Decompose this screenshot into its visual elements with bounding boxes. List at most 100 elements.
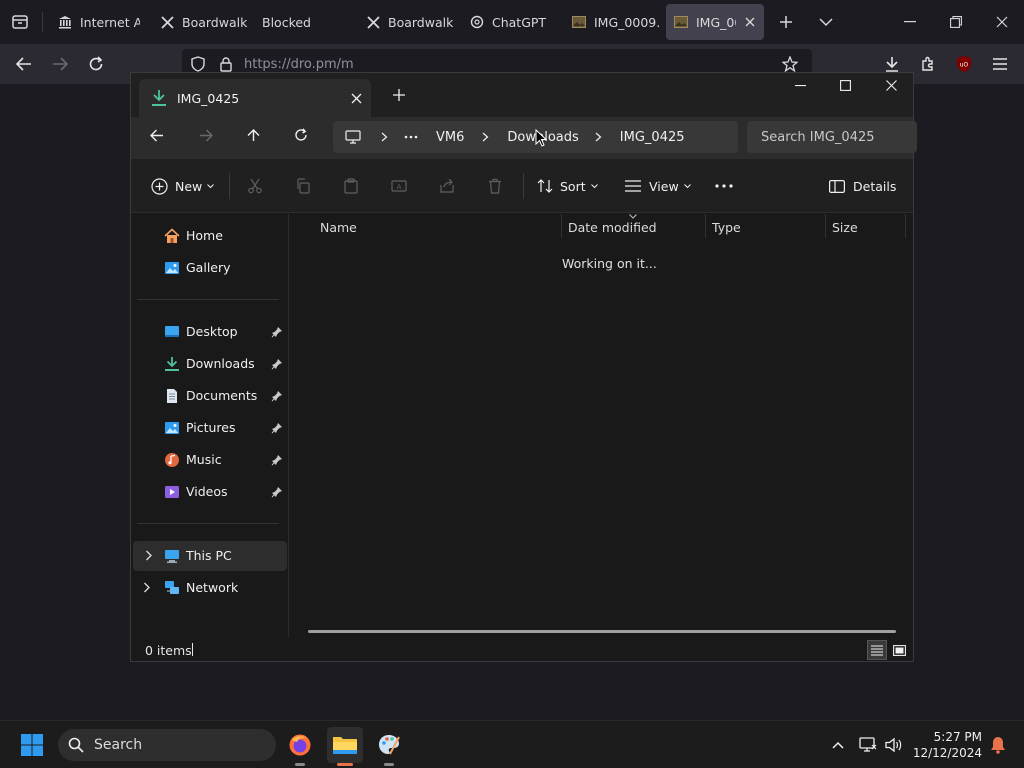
forward-arrow-icon[interactable] [48, 52, 72, 76]
breadcrumb-item[interactable]: VM6 [436, 130, 464, 145]
file-explorer-window: IMG_0425 VM6 IMG_0425 Search IMG_0425 Ne… [130, 72, 917, 662]
volume-speaker-icon[interactable] [878, 727, 910, 763]
pin-icon[interactable] [271, 422, 283, 434]
plus-circle-icon [151, 177, 168, 195]
start-windows-icon[interactable] [14, 727, 50, 763]
nav-item-music[interactable]: Music [131, 445, 287, 475]
back-arrow-icon[interactable] [150, 129, 164, 142]
close-window-icon[interactable] [886, 80, 897, 91]
download-folder-icon [151, 89, 167, 107]
share-icon[interactable] [437, 176, 457, 196]
explorer-status-bar: 0 items [131, 637, 913, 661]
music-icon [164, 452, 180, 468]
clock-time: 5:27 PM [933, 730, 982, 744]
column-header-size[interactable]: Size [832, 220, 858, 238]
details-view-toggle-icon[interactable] [867, 640, 887, 660]
tiles-view-toggle-icon[interactable] [889, 640, 909, 660]
notification-bell-icon[interactable] [984, 727, 1012, 763]
explorer-tab[interactable]: IMG_0425 [139, 79, 371, 117]
nav-item-gallery[interactable]: Gallery [131, 253, 287, 283]
pin-icon[interactable] [271, 390, 283, 402]
more-options-ellipsis-icon[interactable] [714, 176, 734, 196]
this-pc-icon [164, 548, 180, 564]
downloads-icon [164, 356, 180, 372]
new-button[interactable]: New [151, 174, 215, 198]
nav-item-home[interactable]: Home [131, 221, 287, 251]
close-tab-icon[interactable] [744, 16, 756, 28]
copy-icon[interactable] [293, 176, 313, 196]
column-header-date-modified[interactable]: Date modified [568, 220, 657, 238]
windows-taskbar: Search 5:27 PM 12/12/2024 [0, 720, 1024, 768]
browser-tab-img-active[interactable]: IMG_000 [666, 4, 764, 40]
pin-icon[interactable] [271, 454, 283, 466]
breadcrumb-chevron-icon [595, 132, 602, 142]
url-text: https://dro.pm/m [244, 56, 354, 72]
file-list-pane: Name Date modified Type Size Working on … [290, 214, 913, 637]
browser-tab-boardwalk-2[interactable]: Boardwalk [358, 4, 454, 40]
forward-arrow-icon[interactable] [199, 129, 213, 142]
close-window-icon[interactable] [990, 10, 1014, 34]
firefox-view-icon[interactable] [8, 10, 32, 34]
taskbar-paint-app[interactable] [371, 727, 407, 766]
browser-tab-chatgpt[interactable]: ChatGPT [462, 4, 558, 40]
pin-icon[interactable] [271, 358, 283, 370]
nav-item-this-pc[interactable]: This PC [133, 541, 287, 571]
expand-chevron-icon[interactable] [145, 550, 155, 562]
browser-tab-internet-archive[interactable]: Internet Ar [50, 4, 140, 40]
nav-item-videos[interactable]: Videos [131, 477, 287, 507]
pin-icon[interactable] [271, 326, 283, 338]
svg-text:uO: uO [960, 62, 969, 69]
nav-item-downloads[interactable]: Downloads [131, 349, 287, 379]
pin-icon[interactable] [271, 486, 283, 498]
extensions-icon[interactable] [916, 52, 940, 76]
paste-clipboard-icon[interactable] [341, 176, 361, 196]
taskbar-firefox-app[interactable] [282, 727, 318, 766]
search-input[interactable]: Search IMG_0425 [747, 121, 917, 153]
hamburger-menu-icon[interactable] [988, 52, 1012, 76]
ublock-origin-icon[interactable]: uO [952, 52, 976, 76]
minimize-icon[interactable] [795, 85, 807, 87]
restore-icon[interactable] [944, 10, 968, 34]
view-button[interactable]: View [625, 174, 691, 198]
desktop-icon [164, 324, 180, 340]
reload-icon[interactable] [84, 52, 108, 76]
nav-item-desktop[interactable]: Desktop [131, 317, 287, 347]
browser-tab-boardwalk-1[interactable]: Boardwalk [152, 4, 248, 40]
new-tab-icon[interactable] [774, 10, 798, 34]
refresh-icon[interactable] [294, 128, 308, 142]
active-indicator [337, 763, 353, 766]
taskbar-search-box[interactable]: Search [58, 729, 276, 761]
rename-icon[interactable]: A [389, 176, 409, 196]
horizontal-scrollbar[interactable] [308, 630, 896, 633]
archive-icon [58, 15, 72, 29]
close-tab-icon[interactable] [341, 93, 371, 104]
column-header-name[interactable]: Name [320, 220, 357, 238]
show-hidden-icons-chevron-up-icon[interactable] [820, 727, 856, 763]
details-pane-button[interactable]: Details [829, 174, 896, 198]
nav-label: Documents [186, 388, 258, 403]
sort-button[interactable]: Sort [537, 174, 598, 198]
back-arrow-icon[interactable] [12, 52, 36, 76]
delete-trash-icon[interactable] [485, 176, 505, 196]
nav-item-pictures[interactable]: Pictures [131, 413, 287, 443]
expand-chevron-icon[interactable] [143, 582, 153, 594]
taskbar-file-explorer-app[interactable] [327, 727, 363, 766]
column-header-type[interactable]: Type [712, 220, 741, 238]
browser-tab-img-0009[interactable]: IMG_0009.j [564, 4, 660, 40]
cut-scissors-icon[interactable] [245, 176, 265, 196]
breadcrumb-item[interactable]: IMG_0425 [620, 130, 685, 145]
system-clock[interactable]: 5:27 PM 12/12/2024 [912, 729, 982, 761]
breadcrumb-chevron-icon [381, 132, 388, 142]
browser-tab-blocked[interactable]: Blocked [254, 4, 350, 40]
nav-item-network[interactable]: Network [131, 573, 287, 603]
tab-label: Blocked [262, 14, 311, 30]
maximize-icon[interactable] [840, 80, 851, 91]
minimize-icon[interactable] [898, 10, 922, 34]
nav-item-documents[interactable]: Documents [131, 381, 287, 411]
loading-status-text: Working on it... [562, 256, 657, 271]
more-ellipsis-icon[interactable] [404, 135, 418, 139]
up-arrow-icon[interactable] [247, 128, 260, 142]
new-tab-icon[interactable] [393, 89, 405, 101]
this-pc-monitor-icon[interactable] [345, 130, 361, 144]
list-all-tabs-chevron-icon[interactable] [814, 10, 838, 34]
